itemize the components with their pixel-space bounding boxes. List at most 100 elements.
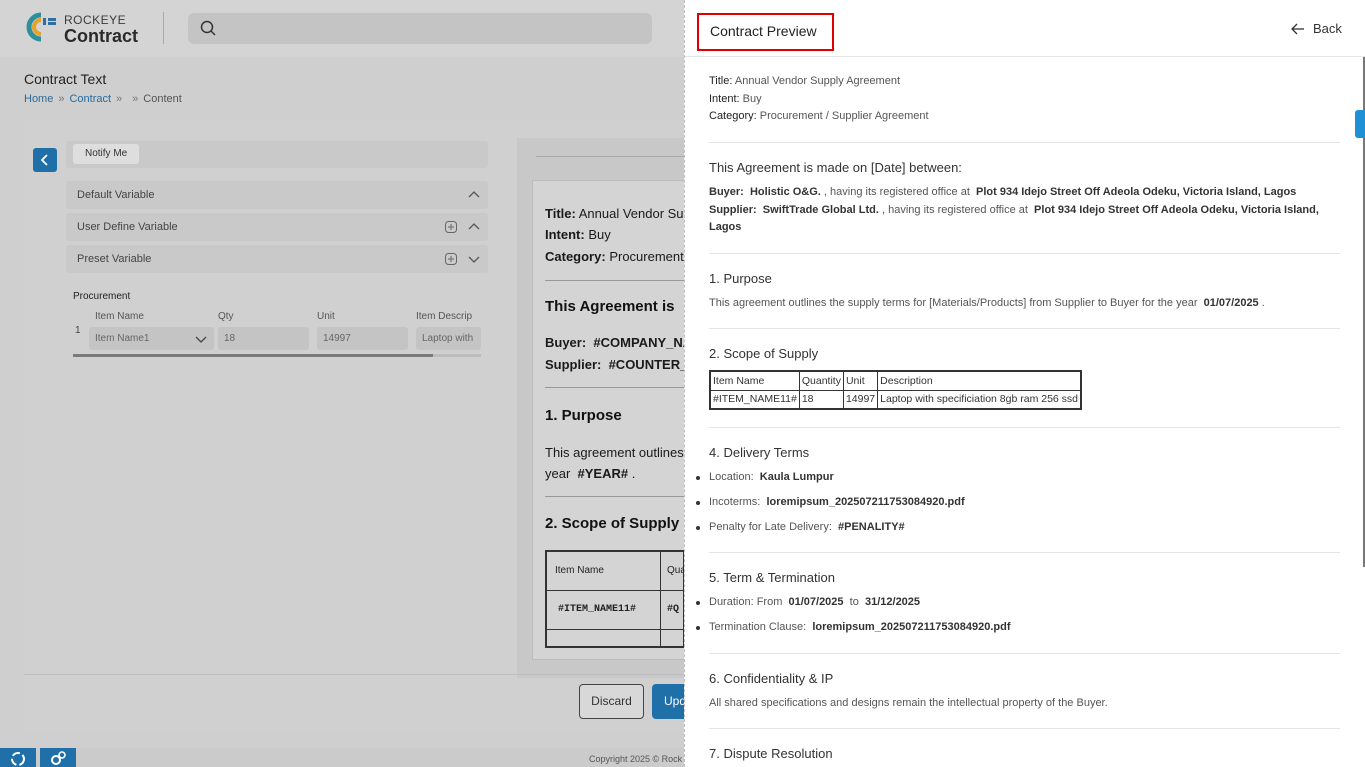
confidentiality-heading: 6. Confidentiality & IP (709, 671, 834, 686)
suffix: . (631, 466, 636, 481)
supplier-name: SwiftTrade Global Ltd. (762, 203, 879, 216)
bottom-bar (0, 748, 684, 767)
item-description-input[interactable]: Laptop with (416, 327, 481, 350)
table-cell: #ITEM_NAME11# (709, 389, 800, 410)
item-name-select[interactable]: Item Name1 (89, 327, 214, 350)
label: Category: (709, 110, 757, 122)
value: Annual Vendor Sup (578, 206, 691, 221)
editor-category: Category: Procurement (545, 249, 684, 264)
parties-block: Buyer: Holistic O&G. , having its regist… (709, 184, 1329, 237)
editor-scope-table: Item Name Qua #ITEM_NAME11# #Q (545, 550, 686, 648)
section-divider (709, 142, 1340, 143)
section-divider (709, 427, 1340, 428)
text: This agreement outlines the supply terms… (709, 297, 1198, 309)
collapse-button[interactable] (33, 148, 57, 172)
label: Title: (709, 75, 733, 87)
to-word: to (849, 596, 859, 608)
table-header: Description (877, 370, 1082, 391)
preview-intent-line: Intent: Buy (709, 93, 762, 105)
add-square-icon[interactable] (445, 253, 457, 265)
value: loremipsum_202507211753084920.pdf (812, 621, 1011, 633)
scrollbar-thumb[interactable] (73, 354, 433, 357)
breadcrumb-separator: » (116, 93, 123, 105)
back-label: Back (1313, 21, 1342, 36)
page-title: Contract Text (24, 71, 107, 87)
column-header-unit: Unit (317, 311, 335, 322)
contract-preview-drawer: Contract Preview Back Title: Annual Vend… (684, 0, 1365, 767)
search-input[interactable] (188, 13, 652, 44)
label: Category: (545, 249, 606, 264)
add-square-icon[interactable] (445, 221, 457, 233)
chevron-left-icon (40, 154, 48, 166)
label: Supplier: (545, 357, 602, 372)
text: year (545, 466, 571, 481)
drawer-header: Contract Preview Back (685, 0, 1365, 57)
recycle-glyph (11, 752, 25, 766)
breadcrumb-content: Content (143, 93, 182, 105)
editor-scope-heading: 2. Scope of Supply (545, 515, 680, 532)
table-cell: Laptop with specificiation 8gb ram 256 s… (877, 389, 1082, 410)
qty-input[interactable]: 18 (218, 327, 309, 350)
side-tab-handle[interactable] (1355, 110, 1365, 138)
editor-purpose-year: year #YEAR# . (545, 466, 635, 481)
agreement-heading: This Agreement is made on [Date] between… (709, 160, 962, 175)
breadcrumb-separator: » (58, 93, 65, 105)
term-duration: Duration: From 01/07/2025 to 31/12/2025 (695, 596, 920, 608)
value: Procurement (609, 249, 684, 264)
text: , having its registered office at (823, 186, 970, 198)
table-rule (547, 629, 683, 630)
value: #COUNTER_P (608, 357, 696, 372)
delivery-heading: 4. Delivery Terms (709, 445, 810, 460)
breadcrumb-separator: » (132, 93, 139, 105)
table-header-row: Item Name Quantity Unit Description (709, 370, 1082, 391)
label: Buyer: (545, 335, 587, 350)
notify-me-chip[interactable]: Notify Me (73, 144, 140, 164)
arrow-left-icon (1291, 23, 1304, 35)
editor-purpose-text: This agreement outlines (545, 445, 684, 460)
editor-purpose-heading: 1. Purpose (545, 407, 622, 424)
column-header-item-name: Item Name (95, 311, 144, 322)
brand-product: Contract (64, 26, 139, 46)
breadcrumb-contract[interactable]: Contract (69, 93, 111, 105)
divider (545, 496, 685, 497)
breadcrumb-home[interactable]: Home (24, 93, 53, 105)
recycle-icon[interactable] (0, 748, 36, 767)
accordion-default-variable[interactable]: Default Variable (66, 181, 488, 209)
value: loremipsum_202507211753084920.pdf (766, 496, 965, 508)
text: , having its registered office at (881, 203, 1028, 216)
term-heading: 5. Term & Termination (709, 570, 835, 585)
table-header: Item Name (709, 370, 800, 391)
label: Location: (709, 471, 754, 483)
delivery-incoterms: Incoterms: loremipsum_202507211753084920… (696, 496, 965, 508)
item-name-value: Item Name1 (95, 333, 150, 344)
purpose-heading: 1. Purpose (709, 271, 772, 286)
confidentiality-text: All shared specifications and designs re… (709, 697, 1108, 709)
preview-category-line: Category: Procurement / Supplier Agreeme… (709, 110, 929, 122)
chevron-down-icon (195, 336, 207, 343)
supplier-line: Supplier: SwiftTrade Global Ltd. , havin… (709, 204, 1319, 234)
editor-buyer: Buyer: #COMPANY_NA (545, 335, 692, 350)
table-rule (547, 590, 683, 591)
label: Buyer: (709, 186, 744, 198)
accordion-label: User Define Variable (77, 221, 178, 233)
rockeye-logo (26, 12, 56, 42)
chevron-up-icon (468, 191, 480, 198)
row-number: 1 (75, 325, 81, 336)
editor-title: Title: Annual Vendor Sup (545, 206, 691, 221)
settings-icon[interactable] (40, 748, 76, 767)
term-termination: Termination Clause: loremipsum_202507211… (695, 621, 1011, 633)
search-icon (200, 20, 216, 36)
table-header: Item Name (555, 565, 604, 576)
buyer-name: Holistic O&G. (749, 186, 821, 198)
table-cell: 18 (798, 389, 844, 410)
section-divider (709, 328, 1340, 329)
table-header: Quantity (798, 370, 844, 391)
brand-name: ROCKEYE (64, 13, 127, 27)
label: Intent: (545, 227, 585, 242)
label: Incoterms: (709, 496, 761, 508)
table-header: Unit (842, 370, 879, 391)
accordion-preset-variable[interactable]: Preset Variable (66, 245, 488, 273)
unit-input[interactable]: 14997 (317, 327, 408, 350)
discard-button[interactable]: Discard (579, 684, 644, 719)
accordion-user-define-variable[interactable]: User Define Variable (66, 213, 488, 241)
